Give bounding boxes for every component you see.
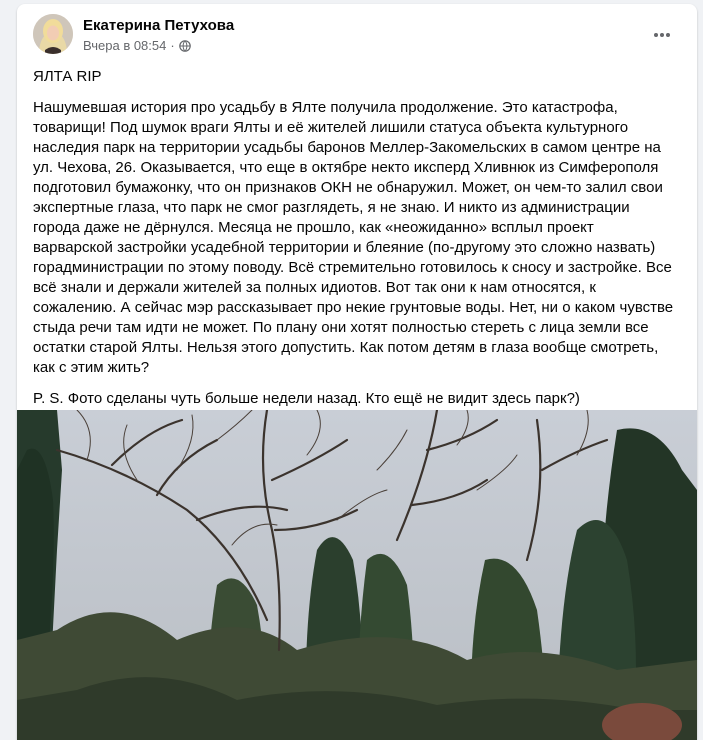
post-timestamp[interactable]: Вчера в 08:54	[83, 38, 166, 53]
globe-icon	[178, 39, 191, 52]
post-text: ЯЛТА RIP Нашумевшая история про усадьбу …	[33, 67, 677, 420]
post-postscript: P. S. Фото сделаны чуть больше недели на…	[33, 390, 580, 407]
post-title: ЯЛТА RIP	[33, 68, 102, 85]
avatar[interactable]	[33, 14, 73, 54]
post-photo[interactable]	[17, 410, 697, 740]
meta-separator: ·	[170, 38, 175, 53]
post-header: Екатерина Петухова Вчера в 08:54 ·	[33, 14, 681, 58]
ellipsis-icon	[653, 25, 671, 43]
post-meta: Вчера в 08:54 ·	[83, 38, 191, 53]
post-body: Нашумевшая история про усадьбу в Ялте по…	[33, 99, 674, 376]
post-card: Екатерина Петухова Вчера в 08:54 · ЯЛТА …	[17, 4, 697, 740]
author-name[interactable]: Екатерина Петухова	[83, 17, 234, 34]
more-options-button[interactable]	[647, 22, 677, 46]
